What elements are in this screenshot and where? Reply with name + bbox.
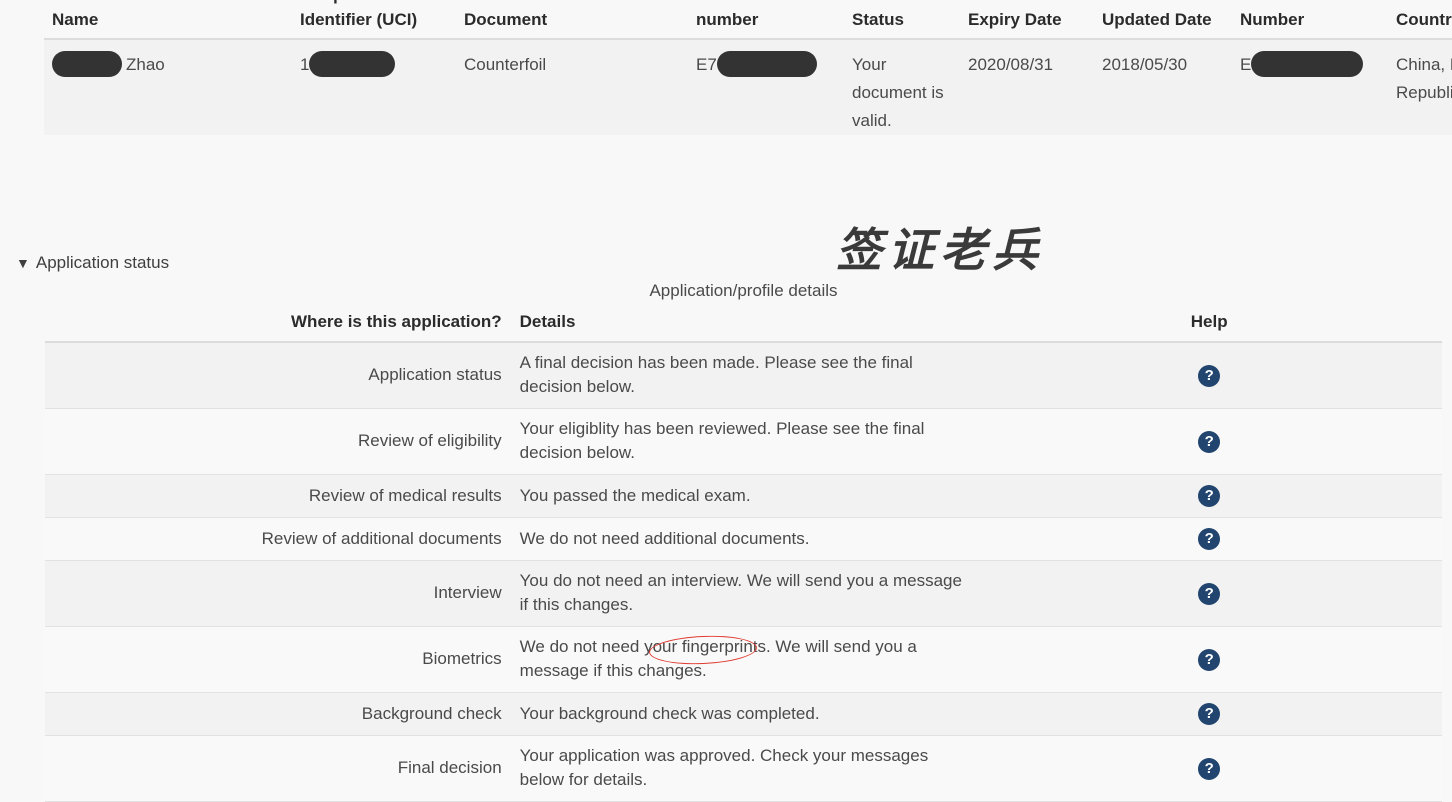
cell-document: Counterfoil bbox=[456, 39, 688, 135]
cell-expiry-date: 2020/08/31 bbox=[960, 39, 1094, 135]
question-mark-icon[interactable]: ? bbox=[1198, 528, 1221, 551]
column-header-uci: Unique Client Identifier (UCI) bbox=[292, 0, 456, 40]
cell-travel-document-number-prefix: E bbox=[1240, 55, 1252, 74]
redaction-bar-uci bbox=[309, 50, 396, 77]
table-header-row: Name Unique Client Identifier (UCI) Docu… bbox=[44, 0, 1452, 40]
cell-document-number: E7 bbox=[688, 39, 844, 135]
application-status-table: Where is this application? Details Help … bbox=[45, 310, 1442, 802]
cell-uci-prefix: 1 bbox=[300, 55, 310, 74]
column-header-help: Help bbox=[976, 310, 1442, 343]
help-cell: ? bbox=[976, 474, 1442, 518]
application-profile-details-caption: Application/profile details bbox=[649, 281, 838, 300]
status-stage-label: Review of eligibility bbox=[45, 408, 511, 475]
status-stage-detail: A final decision has been made. Please s… bbox=[510, 342, 977, 409]
application-status-disclosure-toggle[interactable]: ▼ Application status bbox=[16, 250, 169, 276]
table-row: Biometrics We do not need your fingerpri… bbox=[45, 626, 1442, 693]
status-stage-detail: Your eligiblity has been reviewed. Pleas… bbox=[510, 408, 977, 475]
help-cell: ? bbox=[976, 692, 1442, 736]
help-cell: ? bbox=[976, 626, 1442, 693]
cell-status-updated-date: 2018/05/30 bbox=[1094, 39, 1232, 135]
watermark-text: 签证老兵 bbox=[836, 223, 1044, 277]
table-row: Review of eligibility Your eligiblity ha… bbox=[45, 408, 1442, 475]
question-mark-icon[interactable]: ? bbox=[1198, 430, 1221, 453]
column-header-status-updated-date: Status Updated Date bbox=[1094, 0, 1232, 40]
document-profile-table-container: Name Unique Client Identifier (UCI) Docu… bbox=[44, 0, 1452, 135]
column-header-country-of-issue: Country of Issue bbox=[1388, 0, 1452, 40]
column-header-where-is-this-application: Where is this application? bbox=[45, 310, 511, 343]
status-stage-detail: Your application was approved. Check you… bbox=[510, 735, 977, 802]
status-stage-detail: You do not need an interview. We will se… bbox=[510, 560, 977, 627]
column-header-document: Document bbox=[456, 0, 688, 40]
table-row: Final decision Your application was appr… bbox=[45, 735, 1442, 802]
cell-uci: 1 bbox=[292, 39, 456, 135]
question-mark-icon[interactable]: ? bbox=[1198, 703, 1221, 726]
question-mark-icon[interactable]: ? bbox=[1198, 364, 1221, 387]
cell-name: Zhao bbox=[44, 39, 292, 135]
column-header-status: Status bbox=[844, 0, 960, 40]
help-cell: ? bbox=[976, 735, 1442, 802]
cell-status: Your document is valid. bbox=[844, 39, 960, 135]
status-stage-label: Application status bbox=[45, 342, 511, 409]
status-stage-label: Background check bbox=[45, 692, 511, 736]
table-row: Review of medical results You passed the… bbox=[45, 474, 1442, 518]
table-row: Background check Your background check w… bbox=[45, 692, 1442, 736]
redaction-bar-name bbox=[52, 50, 122, 77]
column-header-travel-document-number: Travel document Number bbox=[1232, 0, 1388, 40]
column-header-name: Name bbox=[44, 0, 292, 40]
help-cell: ? bbox=[976, 408, 1442, 475]
redaction-bar-travel-document-number bbox=[1251, 50, 1364, 77]
status-table-header-row: Where is this application? Details Help bbox=[45, 310, 1442, 343]
help-cell: ? bbox=[976, 342, 1442, 409]
status-stage-detail: You passed the medical exam. bbox=[510, 474, 977, 518]
status-stage-label: Final decision bbox=[45, 735, 511, 802]
status-stage-label: Biometrics bbox=[45, 626, 511, 693]
question-mark-icon[interactable]: ? bbox=[1198, 757, 1221, 780]
cell-document-number-prefix: E7 bbox=[696, 55, 717, 74]
table-row: Review of additional documents We do not… bbox=[45, 517, 1442, 561]
cell-name-text: Zhao bbox=[126, 55, 165, 74]
document-profile-table: Name Unique Client Identifier (UCI) Docu… bbox=[44, 0, 1452, 135]
table-row: Zhao 1 Counterfoil E7 Your document is v… bbox=[44, 39, 1452, 135]
triangle-down-icon: ▼ bbox=[16, 255, 30, 271]
status-table-body: Application status A final decision has … bbox=[45, 342, 1442, 802]
status-stage-detail: Your background check was completed. bbox=[510, 692, 977, 736]
cell-travel-document-number: E bbox=[1232, 39, 1388, 135]
application-status-table-container: Where is this application? Details Help … bbox=[45, 310, 1442, 802]
table-row: Interview You do not need an interview. … bbox=[45, 560, 1442, 627]
application-status-toggle-label: Application status bbox=[35, 253, 170, 272]
cell-country-of-issue: China, People's Republic of bbox=[1388, 39, 1452, 135]
column-header-details: Details bbox=[510, 310, 977, 343]
status-stage-label: Review of medical results bbox=[45, 474, 511, 518]
column-header-expiry-date: Expiry Date bbox=[960, 0, 1094, 40]
column-header-document-number: Document number bbox=[688, 0, 844, 40]
status-stage-label: Review of additional documents bbox=[45, 517, 511, 561]
status-stage-label: Interview bbox=[45, 560, 511, 627]
redaction-bar-document-number bbox=[716, 50, 817, 77]
status-stage-detail: We do not need your fingerprints. We wil… bbox=[510, 626, 977, 693]
table-row: Application status A final decision has … bbox=[45, 342, 1442, 409]
help-cell: ? bbox=[976, 517, 1442, 561]
question-mark-icon[interactable]: ? bbox=[1198, 582, 1221, 605]
help-cell: ? bbox=[976, 560, 1442, 627]
question-mark-icon[interactable]: ? bbox=[1198, 485, 1221, 508]
question-mark-icon[interactable]: ? bbox=[1198, 648, 1221, 671]
status-stage-detail: We do not need additional documents. bbox=[510, 517, 977, 561]
